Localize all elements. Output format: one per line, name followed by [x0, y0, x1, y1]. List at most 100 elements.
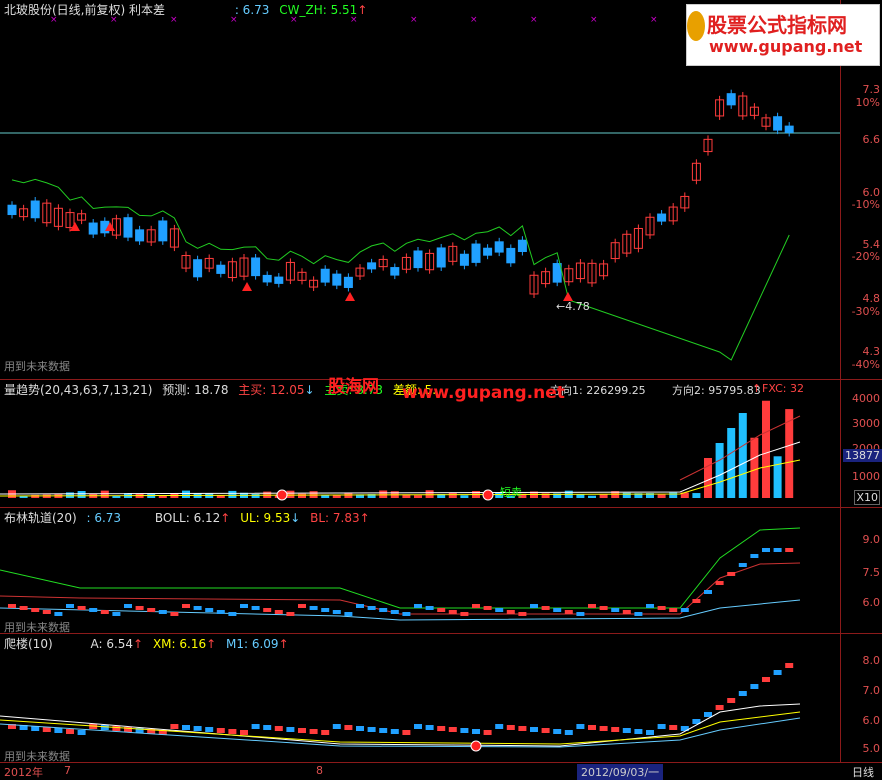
main-header: 北玻股份(日线,前复权) 利本差 : 6.73 CW_ZH: 5.51↑	[4, 1, 373, 18]
climb-candle	[390, 729, 399, 734]
boll-candle	[530, 604, 538, 608]
up-arrow-icon: ↑	[133, 637, 144, 651]
boll-candle	[298, 604, 306, 608]
boll-candle	[158, 610, 167, 614]
boll-candle	[727, 572, 736, 576]
candle-body	[459, 253, 469, 266]
climb-candle	[657, 724, 666, 729]
boll-candle	[657, 606, 666, 610]
candle-body	[88, 222, 98, 235]
boll-bl: BL: 7.83	[310, 511, 360, 525]
boll-candle	[448, 610, 457, 614]
boll-candle	[309, 606, 318, 610]
climb-candle	[460, 728, 469, 733]
price-tick: 7.3	[862, 83, 881, 96]
climb-candle	[727, 698, 736, 703]
boll-candle	[553, 608, 562, 612]
logo-icon	[687, 11, 705, 41]
future-data-note: 用到未来数据	[4, 360, 70, 373]
boll-candle	[680, 608, 689, 612]
boll-candle	[379, 608, 388, 612]
climb-tick: 7.0	[862, 684, 881, 697]
climb-candle	[530, 727, 538, 732]
boll-candle	[112, 612, 121, 616]
climb-xm-line	[0, 711, 801, 745]
boll-candle	[506, 610, 515, 614]
boll-candle	[472, 604, 480, 608]
volume-bar	[66, 492, 74, 498]
boll-candle	[750, 554, 759, 558]
candle-body	[471, 243, 481, 263]
volume-panel[interactable]: 量趋势(20,43,63,7,13,21) 预测: 18.78 主买: 12.0…	[0, 377, 840, 508]
boll-candle	[669, 608, 678, 612]
climb-candle	[448, 727, 457, 732]
climb-candle	[669, 725, 678, 730]
x-marker-icon: ×	[590, 15, 598, 25]
climb-candle	[170, 724, 179, 729]
boll-candle	[286, 612, 295, 616]
climb-candle	[263, 725, 272, 730]
x-marker-icon: ×	[470, 15, 478, 25]
stock-title: 北玻股份(日线,前复权) 利本差	[4, 3, 165, 17]
ma-line	[11, 178, 790, 361]
boll-candle	[437, 608, 446, 612]
boll-tick: 7.5	[862, 566, 881, 579]
bollinger-panel[interactable]: 布林轨道(20) : 6.73 BOLL: 6.12↑ UL: 9.53↓ BL…	[0, 508, 840, 634]
climb-candle	[228, 729, 237, 734]
candle-body	[413, 250, 423, 269]
volume-bar	[182, 490, 190, 498]
boll-candle	[321, 608, 330, 612]
watermark-banner: 股票公式指标网 www.gupang.net	[686, 4, 880, 66]
boll-candle	[216, 610, 225, 614]
up-arrow-icon: ↑	[206, 637, 217, 651]
climb-candle	[622, 728, 631, 733]
boll-candle	[263, 608, 272, 612]
candle-body	[517, 239, 527, 253]
climb-candle	[274, 726, 283, 731]
bollinger-chart[interactable]	[0, 508, 840, 634]
price-tick: 6.6	[862, 133, 881, 146]
boll-candle	[460, 612, 469, 616]
candle-body	[262, 274, 272, 283]
volume-bar	[576, 494, 585, 498]
vol-fxc: FXC: 32	[762, 382, 804, 395]
volume-bar	[286, 490, 295, 498]
climb-candle	[298, 728, 306, 733]
vol-tick: 4000	[852, 392, 880, 405]
climb-panel[interactable]: 爬楼(10) A: 6.54↑ XM: 6.16↑ M1: 6.09↑ 用到未来…	[0, 634, 840, 763]
vol-ma1	[0, 441, 801, 495]
boll-candle	[785, 548, 794, 552]
boll-mid: BOLL: 6.12	[154, 511, 221, 525]
boll-candle	[31, 608, 40, 612]
candle-body	[390, 267, 400, 276]
pct-tick: -30%	[851, 305, 880, 318]
overlay-watermark-cn: 股海网	[328, 377, 379, 397]
signal-circle-icon	[482, 489, 494, 501]
climb-candle	[472, 729, 480, 734]
climb-candle	[414, 724, 422, 729]
boll-candle	[42, 610, 51, 614]
volume-bar	[738, 413, 747, 498]
climb-candle	[66, 729, 74, 734]
boll-candle	[646, 604, 654, 608]
boll-candle	[147, 608, 156, 612]
watermark-title: 股票公式指标网	[707, 13, 847, 37]
climb-chart[interactable]	[0, 634, 840, 762]
volume-bar	[704, 458, 712, 498]
boll-candle	[356, 604, 364, 608]
boll-title: 布林轨道(20)	[4, 511, 77, 525]
low-price-label: ←4.78	[556, 300, 590, 313]
candle-body	[494, 241, 504, 253]
volume-bar	[762, 400, 770, 498]
volume-bar	[750, 437, 759, 498]
boll-candle	[205, 608, 214, 612]
x-marker-icon: ×	[650, 15, 658, 25]
boll-candle	[611, 608, 620, 612]
volume-bar	[251, 493, 260, 498]
climb-candle	[425, 725, 434, 730]
climb-candle	[715, 705, 724, 710]
x-marker-icon: ×	[530, 15, 538, 25]
boll-candle	[8, 604, 16, 608]
climb-candle	[54, 728, 63, 733]
volume-bar	[669, 492, 678, 498]
